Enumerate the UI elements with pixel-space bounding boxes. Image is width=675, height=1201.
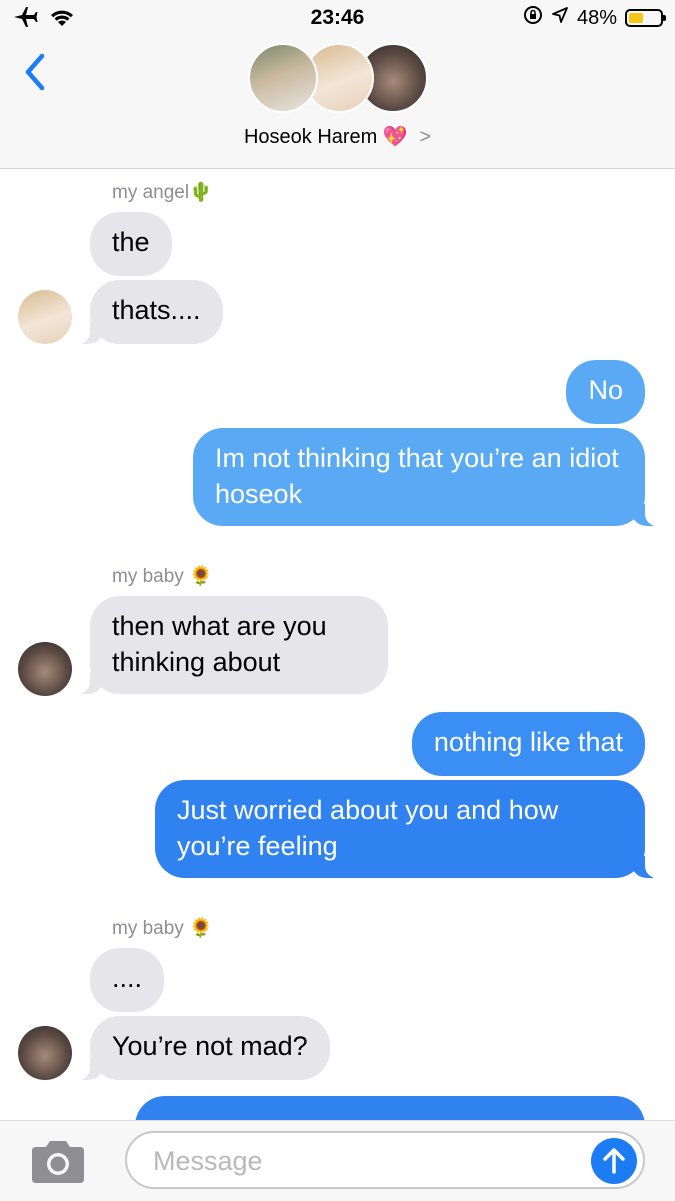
camera-icon [28, 1141, 88, 1189]
avatar [18, 642, 72, 696]
message-text: Just worried about you and how you’re fe… [177, 795, 559, 861]
outgoing-message[interactable]: Im not thinking that you’re an idiot hos… [193, 428, 659, 526]
back-button[interactable] [18, 50, 58, 94]
incoming-message[interactable]: .... [90, 948, 165, 1012]
chevron-right-icon: > [419, 126, 432, 148]
orientation-lock-icon [523, 5, 543, 31]
message-text: Im not thinking that you’re an idiot hos… [215, 443, 619, 509]
conversation-header: Hoseok Harem 💖 > [0, 38, 675, 169]
incoming-message[interactable]: the [90, 212, 172, 276]
incoming-message[interactable]: thats.... [76, 280, 223, 344]
compose-bar [0, 1120, 675, 1201]
sender-name: my baby 🌻 [112, 566, 213, 587]
sender-name: my angel🌵 [112, 182, 213, 203]
message-text: No [588, 375, 623, 405]
status-bar: 23:46 48% [0, 0, 675, 38]
avatar [248, 43, 318, 113]
sender-name: my baby 🌻 [112, 918, 213, 939]
arrow-up-icon [591, 1148, 637, 1188]
incoming-message[interactable]: then what are you thinking about [76, 596, 388, 694]
message-thread[interactable]: my angel🌵 the thats.... No Im not thinki… [0, 168, 675, 1120]
avatar [18, 1026, 72, 1080]
location-icon [551, 6, 569, 30]
outgoing-message[interactable]: No [566, 360, 645, 424]
outgoing-message-partial[interactable] [135, 1096, 645, 1120]
message-text: nothing like that [433, 727, 623, 757]
camera-button[interactable] [28, 1139, 88, 1185]
message-text: .... [112, 963, 143, 993]
chevron-left-icon [18, 53, 58, 98]
group-name[interactable]: Hoseok Harem 💖 > [0, 124, 675, 149]
message-text: thats.... [112, 295, 201, 325]
avatar [18, 290, 72, 344]
message-text: then what are you thinking about [112, 611, 327, 677]
battery-icon [625, 9, 666, 27]
incoming-message[interactable]: You’re not mad? [76, 1016, 330, 1080]
message-text: You’re not mad? [112, 1031, 308, 1061]
message-input[interactable] [151, 1133, 595, 1189]
message-field[interactable] [125, 1131, 645, 1189]
outgoing-message[interactable]: nothing like that [411, 712, 645, 776]
group-avatars[interactable] [248, 43, 428, 115]
battery-percent: 48% [576, 6, 617, 29]
battery-fill [629, 13, 644, 23]
send-button[interactable] [591, 1138, 637, 1184]
group-title-text: Hoseok Harem 💖 [243, 126, 408, 148]
message-text: the [112, 227, 150, 257]
status-right: 48% [523, 5, 666, 31]
outgoing-message[interactable]: Just worried about you and how you’re fe… [155, 780, 659, 878]
